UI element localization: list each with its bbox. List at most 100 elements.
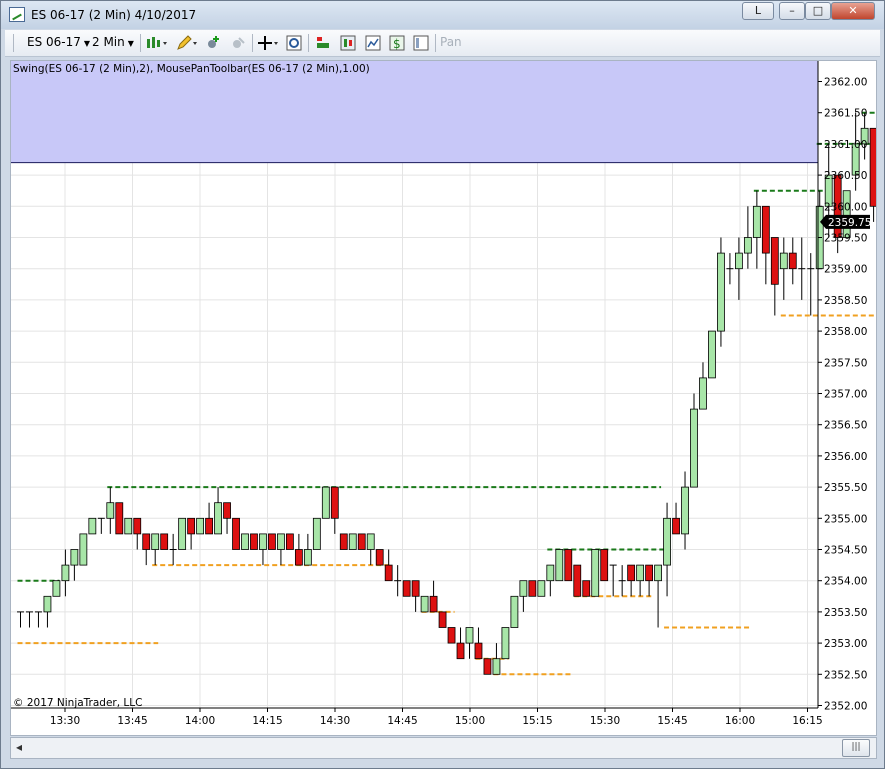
scroll-left-icon[interactable]: ◂ [16,740,22,754]
candle-body [501,627,510,660]
candle-body [752,205,761,238]
toolbar-separator [140,34,141,52]
dollar-icon[interactable]: $ [389,35,405,51]
time-tick-label: 15:15 [522,715,552,727]
candle-body [285,533,294,550]
candle-body [528,580,537,597]
data-box-icon[interactable] [340,35,356,51]
app-window: ES 06-17 (2 Min) 4/10/2017 L – □ ✕ ES 06… [0,0,885,769]
price-tick-label: 2360.50 [824,170,867,182]
pan-button[interactable]: Pan [440,35,462,49]
candle-body [196,517,205,535]
candle-body [537,580,546,597]
candle-body [79,533,88,566]
time-tick-label: 13:30 [50,715,80,727]
chart-panel[interactable]: Swing(ES 06-17 (2 Min),2), MousePanToolb… [10,60,885,736]
price-tick-label: 2353.00 [824,638,867,650]
chart-style-icon[interactable] [146,35,168,51]
candle-body [294,549,303,566]
candle-body [70,549,79,566]
candle-body [61,564,70,582]
candle-body [600,549,609,582]
minimize-button[interactable]: – [779,2,805,20]
chart-toolbar: ES 06-17 ▼ 2 Min ▼ $ Pan [5,30,880,57]
candle-body [348,533,357,550]
candle-body [214,502,222,535]
candle-body [402,580,411,597]
chart-properties-icon[interactable] [365,35,381,51]
price-zone [11,61,818,163]
zoom-icon[interactable] [286,35,302,51]
candle-body [761,205,770,254]
price-chart[interactable]: Swing(ES 06-17 (2 Min),2), MousePanToolb… [11,61,885,735]
candle-body [312,517,321,550]
remove-indicator-icon[interactable] [230,35,246,51]
crosshair-icon[interactable] [257,35,279,51]
candle-body [546,564,555,582]
price-tick-label: 2357.50 [824,357,867,369]
time-tick-label: 15:30 [590,715,620,727]
candle-body [690,408,698,488]
candle-body [420,595,429,613]
candle-body [303,549,312,566]
candle-body [636,564,645,582]
price-tick-label: 2360.00 [824,201,867,213]
candle-body [788,252,797,270]
candle-body [124,517,133,535]
price-tick-label: 2358.50 [824,295,867,307]
horizontal-scrollbar[interactable]: ◂ ||| [10,737,877,759]
maximize-button[interactable]: □ [805,2,831,20]
candle-body [717,252,725,332]
candle-body [564,549,573,582]
scroll-thumb[interactable]: ||| [842,739,870,757]
candle-body [492,658,501,675]
candle-body [869,127,878,207]
pencil-icon[interactable] [176,35,198,51]
candle-body [456,642,465,660]
title-bar[interactable]: ES 06-17 (2 Min) 4/10/2017 L – □ ✕ [1,1,884,29]
candle-body [232,517,240,550]
candle-body [205,517,213,535]
time-tick-label: 13:45 [117,715,147,727]
candle-body [366,533,375,550]
instrument-label: ES 06-17 [27,35,81,49]
order-bars-icon[interactable] [315,35,331,51]
candle-body [483,658,492,675]
price-tick-label: 2358.00 [824,326,867,338]
candle-body [268,533,276,550]
interval-selector[interactable]: 2 Min ▼ [92,35,134,49]
price-tick-label: 2361.00 [824,139,867,151]
price-tick-label: 2352.00 [824,701,867,713]
price-tick-label: 2353.50 [824,607,867,619]
price-tick-label: 2362.00 [824,77,867,89]
time-tick-label: 16:00 [725,715,755,727]
candle-body [52,580,61,597]
chart-app-icon [9,7,25,22]
candle-body [375,549,384,566]
indicator-label: Swing(ES 06-17 (2 Min),2), MousePanToolb… [13,63,370,75]
candle-body [447,627,456,644]
time-tick-label: 16:15 [792,715,822,727]
link-button[interactable]: L [742,2,774,20]
time-tick-label: 15:45 [657,715,687,727]
instrument-selector[interactable]: ES 06-17 ▼ [27,35,90,49]
candle-body [151,533,160,550]
window-title: ES 06-17 (2 Min) 4/10/2017 [31,8,197,22]
candle-body [708,330,716,379]
candle-body [555,549,564,582]
close-button[interactable]: ✕ [831,2,875,20]
candle-body [735,252,743,270]
candle-body [384,564,393,582]
workspace-icon[interactable] [413,35,429,51]
price-tick-label: 2356.50 [824,420,867,432]
candle-body [115,502,124,535]
candle-body [357,533,366,550]
candle-body [43,595,52,613]
toolbar-grip [13,34,14,52]
last-price-label: 2359.75 [828,217,871,229]
add-indicator-icon[interactable] [205,35,221,51]
time-tick-label: 14:30 [320,715,350,727]
candle-body [160,533,169,550]
candle-body [250,533,258,550]
candle-body [519,580,528,597]
